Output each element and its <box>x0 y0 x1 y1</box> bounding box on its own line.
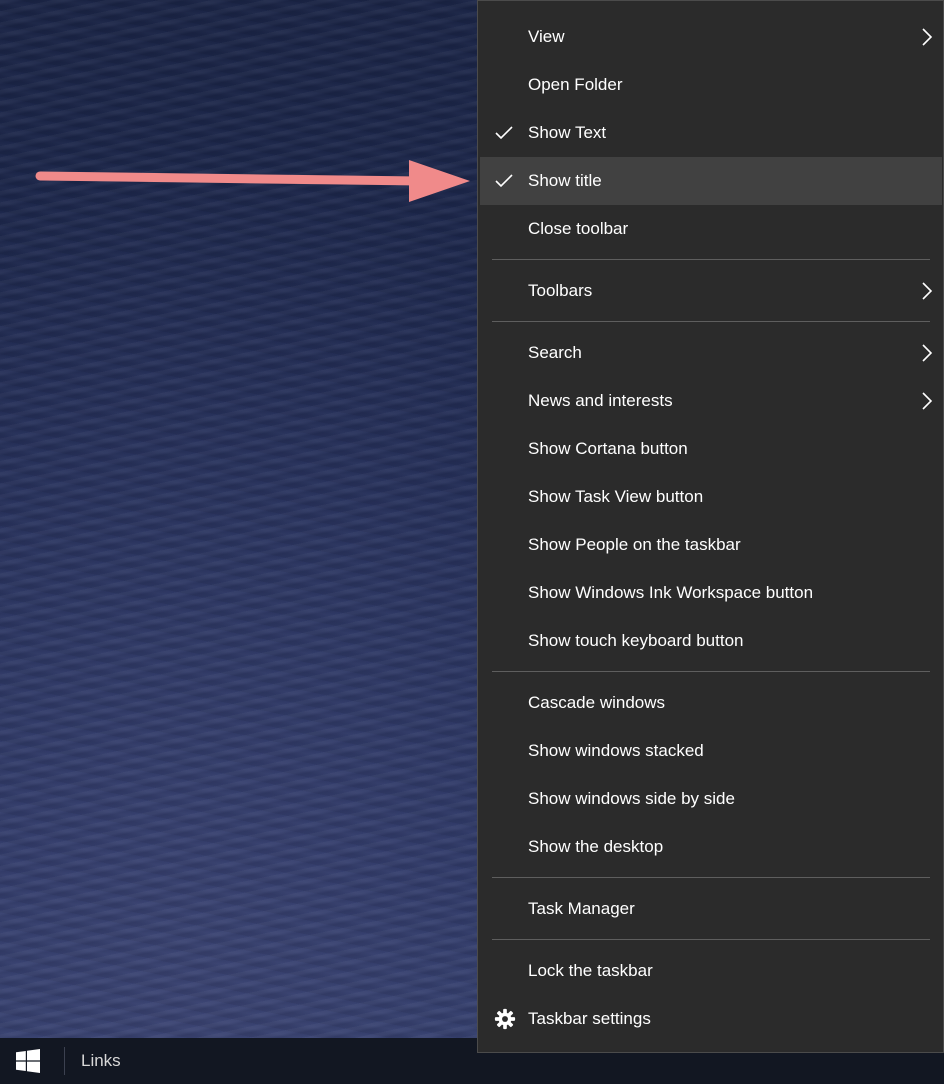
taskbar-context-menu: View Open Folder Show Text Show title Cl… <box>477 0 944 1053</box>
menu-separator <box>492 321 930 322</box>
menu-item-label: Show windows side by side <box>528 789 735 808</box>
menu-item-label: Show People on the taskbar <box>528 535 741 554</box>
menu-item-show-people[interactable]: Show People on the taskbar <box>480 521 942 569</box>
menu-separator <box>492 259 930 260</box>
chevron-right-icon <box>922 282 933 300</box>
menu-item-label: Show Cortana button <box>528 439 688 458</box>
menu-item-label: Open Folder <box>528 75 623 94</box>
toolbar-grip-divider[interactable] <box>64 1047 65 1075</box>
gear-icon <box>494 1008 516 1030</box>
menu-item-label: Cascade windows <box>528 693 666 712</box>
menu-item-show-ink-workspace-button[interactable]: Show Windows Ink Workspace button <box>480 569 942 617</box>
menu-item-task-manager[interactable]: Task Manager <box>480 885 942 933</box>
menu-item-label: News and interests <box>528 391 673 410</box>
menu-item-show-windows-side-by-side[interactable]: Show windows side by side <box>480 775 942 823</box>
menu-separator <box>492 939 930 940</box>
menu-item-show-touch-keyboard-button[interactable]: Show touch keyboard button <box>480 617 942 665</box>
menu-item-cascade-windows[interactable]: Cascade windows <box>480 679 942 727</box>
menu-item-show-task-view-button[interactable]: Show Task View button <box>480 473 942 521</box>
menu-item-label: Show Text <box>528 123 607 142</box>
chevron-right-icon <box>922 392 933 410</box>
menu-item-show-title[interactable]: Show title <box>480 157 942 205</box>
menu-separator <box>492 671 930 672</box>
menu-item-news-and-interests[interactable]: News and interests <box>480 377 942 425</box>
menu-item-label: Show Task View button <box>528 487 704 506</box>
chevron-right-icon <box>922 28 933 46</box>
menu-item-show-cortana-button[interactable]: Show Cortana button <box>480 425 942 473</box>
checkmark-icon <box>495 126 513 140</box>
menu-item-label: Show the desktop <box>528 837 664 856</box>
menu-item-label: Show Windows Ink Workspace button <box>528 583 814 602</box>
menu-item-show-the-desktop[interactable]: Show the desktop <box>480 823 942 871</box>
menu-item-close-toolbar[interactable]: Close toolbar <box>480 205 942 253</box>
windows-logo-icon <box>16 1049 40 1073</box>
menu-item-label: Show windows stacked <box>528 741 704 760</box>
menu-item-lock-the-taskbar[interactable]: Lock the taskbar <box>480 947 942 995</box>
menu-item-label: View <box>528 27 565 46</box>
menu-separator <box>492 877 930 878</box>
menu-item-taskbar-settings[interactable]: Taskbar settings <box>480 995 942 1043</box>
checkmark-icon <box>495 174 513 188</box>
start-button[interactable] <box>0 1038 56 1084</box>
menu-item-view[interactable]: View <box>480 13 942 61</box>
menu-item-show-text[interactable]: Show Text <box>480 109 942 157</box>
menu-item-label: Lock the taskbar <box>528 961 653 980</box>
menu-item-label: Show title <box>528 171 602 190</box>
menu-item-label: Taskbar settings <box>528 1009 651 1028</box>
menu-item-toolbars[interactable]: Toolbars <box>480 267 942 315</box>
menu-item-label: Task Manager <box>528 899 635 918</box>
menu-item-search[interactable]: Search <box>480 329 942 377</box>
menu-item-label: Close toolbar <box>528 219 629 238</box>
menu-item-label: Search <box>528 343 582 362</box>
menu-item-label: Toolbars <box>528 281 593 300</box>
menu-item-open-folder[interactable]: Open Folder <box>480 61 942 109</box>
menu-item-show-windows-stacked[interactable]: Show windows stacked <box>480 727 942 775</box>
menu-item-label: Show touch keyboard button <box>528 631 744 650</box>
chevron-right-icon <box>922 344 933 362</box>
links-toolbar-label[interactable]: Links <box>81 1038 121 1084</box>
